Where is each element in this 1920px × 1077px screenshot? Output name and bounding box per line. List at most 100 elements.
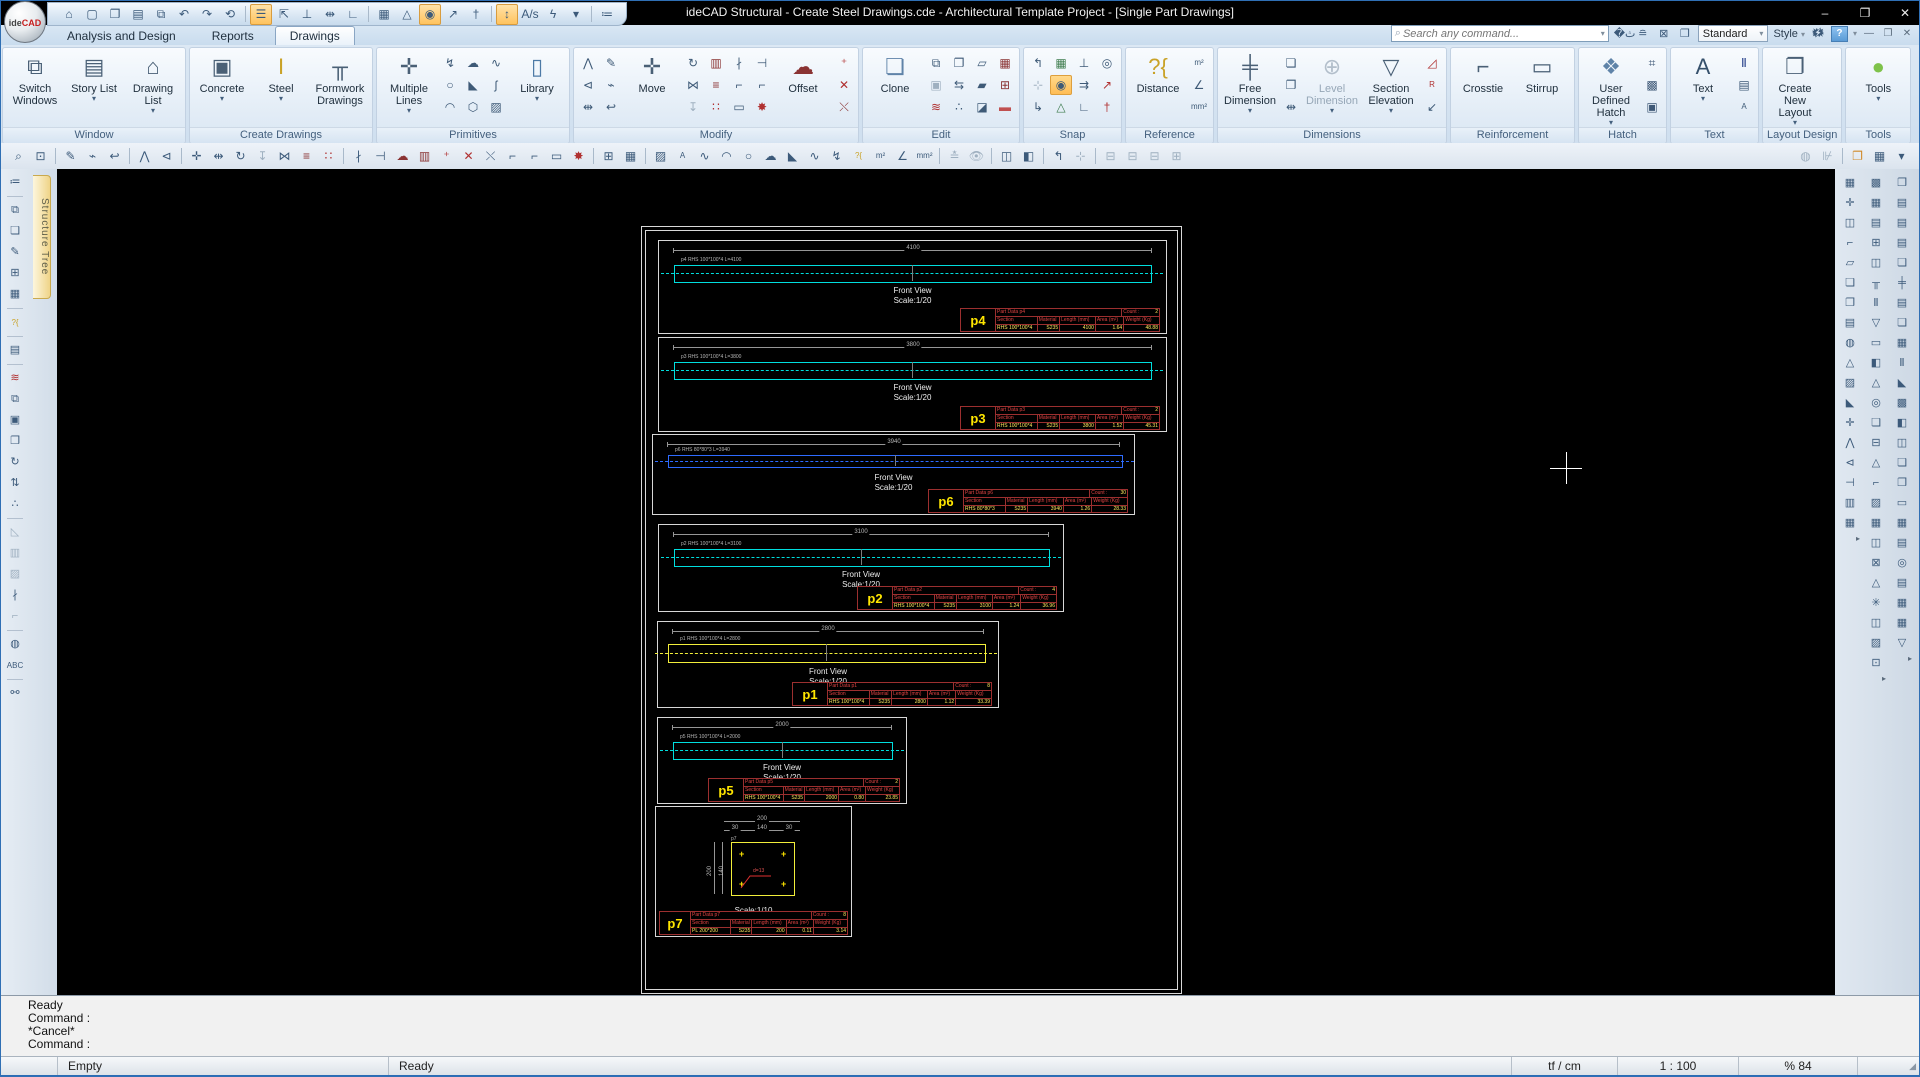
zoom-ext3-icon[interactable]: ⊟	[1144, 146, 1165, 166]
cad-tool-icon[interactable]: ❏	[1892, 254, 1912, 273]
trim2-icon[interactable]: ∤	[348, 146, 369, 166]
drawing-frame-p3[interactable]: 3800p3 RHS 100*100*4 L=3800Front ViewSca…	[658, 337, 1167, 432]
chamfer2-icon[interactable]: ⌐	[524, 146, 545, 166]
distance-button[interactable]: ?{Distance	[1129, 50, 1187, 127]
tools-button[interactable]: ●Tools▾	[1849, 50, 1907, 127]
toolbar-more-icon[interactable]: ▾	[1891, 146, 1912, 166]
polyline-icon[interactable]: ↯	[439, 53, 461, 73]
command-panel[interactable]: Ready Command : *Cancel* Command :	[0, 995, 1920, 1061]
cad-tool-icon[interactable]: ▦	[1892, 614, 1912, 633]
axes-icon[interactable]: ⊹	[1027, 75, 1049, 95]
crosstie-button[interactable]: ⌐Crosstie	[1454, 50, 1512, 127]
cloud2-icon[interactable]: ☁	[760, 146, 781, 166]
cad-tool-icon[interactable]: ▽	[1892, 634, 1912, 653]
dot-group-icon[interactable]: ∴	[5, 495, 25, 514]
wave2-icon[interactable]: ∿	[804, 146, 825, 166]
fillet-icon[interactable]: ⌐	[728, 75, 750, 95]
story-list-button[interactable]: ▤Story List▾	[65, 50, 123, 127]
scale-text-icon[interactable]: A/s	[519, 4, 541, 25]
clone-button[interactable]: ❏Clone	[866, 50, 924, 127]
cad-tool-icon[interactable]: ❐	[1840, 294, 1860, 313]
cad-tool-icon[interactable]: ◣	[1840, 394, 1860, 413]
table-manager-icon[interactable]: ▦	[1869, 146, 1890, 166]
drawing-frame-p2[interactable]: 3100p2 RHS 100*100*4 L=3100Front ViewSca…	[658, 524, 1064, 612]
polyline2-icon[interactable]: ↯	[826, 146, 847, 166]
dim-page1-icon[interactable]: ❏	[1280, 53, 1302, 73]
intersect2-icon[interactable]: ✕	[458, 146, 479, 166]
style-dropdown[interactable]: Style ▾	[1773, 28, 1805, 40]
cad-tool-icon[interactable]: ⊡	[1866, 654, 1886, 673]
cad-tool-icon[interactable]: ▤	[1892, 294, 1912, 313]
turn2-icon[interactable]: ↰	[1048, 146, 1069, 166]
snap-lock2-icon[interactable]: ◉	[1050, 75, 1072, 95]
cad-tool-icon[interactable]: ◧	[1866, 354, 1886, 373]
drawing-frame-p5[interactable]: 2000p5 RHS 100*100*4 L=2000Front ViewSca…	[657, 717, 907, 804]
rotate-icon[interactable]: ↻	[682, 53, 704, 73]
rotate2-icon[interactable]: ↻	[230, 146, 251, 166]
circle2-icon[interactable]: ○	[738, 146, 759, 166]
report-doc-icon[interactable]: ▤	[5, 341, 25, 360]
match-props-icon[interactable]: ▰	[971, 75, 993, 95]
command-search-box[interactable]: ⌕ ▾	[1391, 25, 1609, 42]
text2-icon[interactable]: A	[672, 146, 693, 166]
zoom-ext2-icon[interactable]: ⊟	[1122, 146, 1143, 166]
abc-open-icon[interactable]: ▤	[1733, 75, 1755, 95]
measure-ref-icon[interactable]: ?{	[5, 313, 25, 332]
checkbox-icon[interactable]: ⊠	[1656, 27, 1672, 40]
qat-dropdown-icon[interactable]: ▾	[565, 4, 587, 25]
angle-dim-icon[interactable]: ◿	[1421, 53, 1443, 73]
tab-reports[interactable]: Reports	[197, 26, 269, 45]
eraser-icon[interactable]: ▬	[994, 97, 1016, 117]
cad-tool-icon[interactable]: ▨	[1866, 634, 1886, 653]
paste2-icon[interactable]: ▣	[5, 411, 25, 430]
cad-tool-icon[interactable]: ╥	[1866, 274, 1886, 293]
zoom-box-icon[interactable]: ⊡	[30, 146, 51, 166]
clone-add-icon[interactable]: ⊞	[5, 264, 25, 283]
cross-delete-icon[interactable]: ⤬	[833, 97, 855, 117]
free-dimension-button[interactable]: ╪Free Dimension▾	[1221, 50, 1279, 127]
offset-button[interactable]: ☁Offset	[774, 50, 832, 127]
book-icon[interactable]: ▥	[5, 544, 25, 563]
doc-close-button[interactable]: ✕	[1900, 28, 1914, 39]
ellipse-icon[interactable]: ⬡	[462, 97, 484, 117]
cad-tool-icon[interactable]: ◫	[1892, 434, 1912, 453]
circle-snap-icon[interactable]: ◎	[1096, 53, 1118, 73]
measure-edit-icon[interactable]: ✎	[600, 53, 622, 73]
undo-view-icon[interactable]: ⟲	[219, 4, 241, 25]
layer-list-icon[interactable]: �ث	[1614, 27, 1630, 40]
copy2-icon[interactable]: ⧉	[5, 390, 25, 409]
corner-snap-icon[interactable]: ∟	[1073, 97, 1095, 117]
image-icon[interactable]: ▨	[485, 97, 507, 117]
extend-icon[interactable]: ⊣	[751, 53, 773, 73]
dim-page2-icon[interactable]: ❐	[1280, 75, 1302, 95]
multiple-lines-button[interactable]: ✛Multiple Lines▾	[380, 50, 438, 127]
dots-icon[interactable]: ∴	[948, 97, 970, 117]
poly-snap-icon[interactable]: △	[1050, 97, 1072, 117]
perp-snap-icon[interactable]: ⊥	[1073, 53, 1095, 73]
switch-windows-button[interactable]: ⧉Switch Windows	[6, 50, 64, 127]
cad-tool-icon[interactable]: ▱	[1840, 254, 1860, 273]
grid-icon[interactable]: ▦	[620, 146, 641, 166]
drawing-list-button[interactable]: ⌂Drawing List▾	[124, 50, 182, 127]
cad-tool-icon[interactable]: Ⅱ	[1866, 294, 1886, 313]
paste-icon[interactable]: ▣	[925, 75, 947, 95]
cad-tool-icon[interactable]: ▨	[1866, 494, 1886, 513]
break-icon[interactable]: ⁺	[833, 53, 855, 73]
cross2-icon[interactable]: ⤬	[480, 146, 501, 166]
triangle2-icon[interactable]: ◣	[782, 146, 803, 166]
grid-snap2-icon[interactable]: ▦	[1050, 53, 1072, 73]
doc-restore-button[interactable]: ❐	[1881, 28, 1895, 39]
mirror2-icon[interactable]: ⋈	[274, 146, 295, 166]
doc-minimize-button[interactable]: —	[1862, 28, 1876, 39]
help-icon[interactable]: ?	[1831, 26, 1848, 42]
mirror-icon[interactable]: ⋈	[682, 75, 704, 95]
cad-tool-icon[interactable]: ▤	[1892, 194, 1912, 213]
stack-move-icon[interactable]: ⇅	[5, 474, 25, 493]
explode2-icon[interactable]: ✸	[568, 146, 589, 166]
cad-tool-icon[interactable]: ▦	[1892, 594, 1912, 613]
cad-tool-icon[interactable]: △	[1840, 354, 1860, 373]
cad-tool-icon[interactable]: ✳	[1866, 594, 1886, 613]
help-dropdown-icon[interactable]: ▾	[1853, 29, 1857, 38]
area-m2-icon[interactable]: m²	[1188, 53, 1210, 73]
z-section-icon[interactable]: ≋	[925, 97, 947, 117]
